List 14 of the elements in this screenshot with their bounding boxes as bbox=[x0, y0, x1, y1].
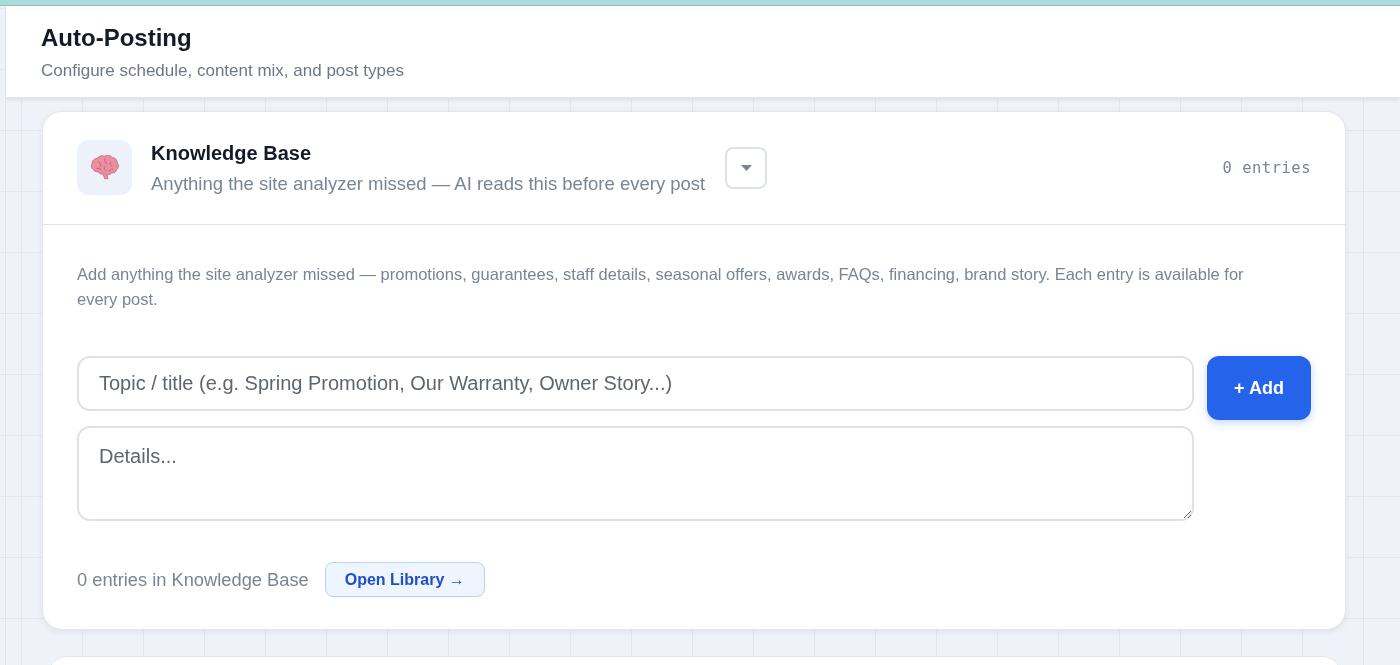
dropdown-button[interactable] bbox=[725, 146, 768, 189]
caret-icon bbox=[740, 164, 752, 171]
add-button[interactable]: + Add bbox=[1207, 356, 1311, 420]
page-title: Auto-Posting bbox=[41, 23, 193, 53]
topic-input[interactable]: Topic / title (e.g. Spring Promotion, Our Warranty, Owner Story...) bbox=[77, 356, 1194, 411]
details-field[interactable]: Details... bbox=[77, 426, 1194, 521]
entry-count: 0 entries bbox=[1222, 158, 1311, 177]
card-subtitle: Anything the site analyzer missed — AI reads this before every post bbox=[151, 172, 706, 195]
description-text: Add anything the site analyzer missed — promotions, guarantees, staff details, seasonal offers, awards, FAQs, financing, brand story. Each entry is available for every post. bbox=[77, 264, 1245, 310]
open-library-button[interactable]: Open Library → bbox=[324, 562, 485, 597]
brain-icon bbox=[77, 140, 132, 195]
page-subtitle: Configure schedule, content mix, and post types bbox=[41, 61, 405, 81]
entries-count-text: 0 entries in Knowledge Base bbox=[77, 568, 309, 591]
card-title: Knowledge Base bbox=[151, 140, 313, 165]
